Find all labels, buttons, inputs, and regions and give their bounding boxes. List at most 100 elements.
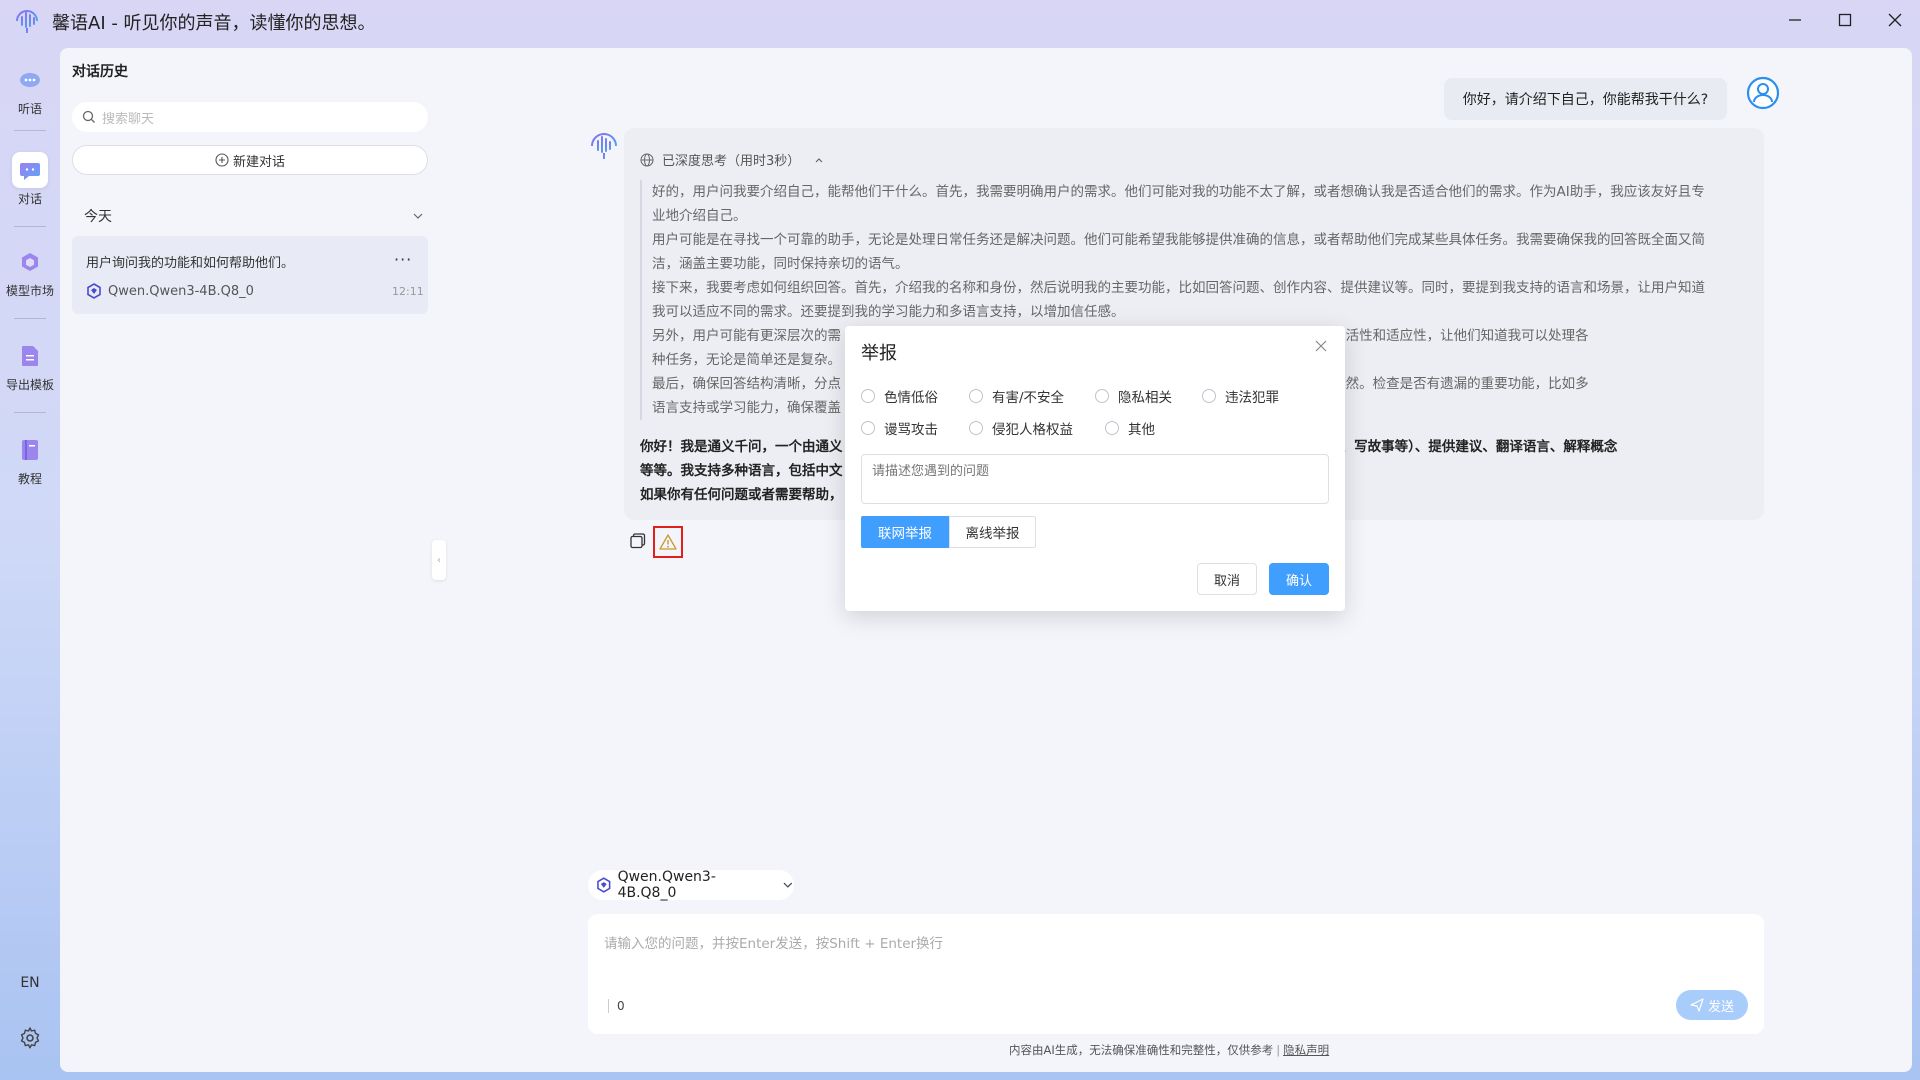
maximize-icon[interactable] — [1822, 5, 1868, 35]
chevron-down-icon — [783, 882, 793, 888]
report-option[interactable]: 侵犯人格权益 — [969, 418, 1073, 438]
radio-icon — [1105, 421, 1119, 435]
report-option[interactable]: 隐私相关 — [1095, 386, 1172, 406]
history-group-today[interactable]: 今天 — [84, 206, 424, 226]
new-chat-button[interactable]: 新建对话 — [72, 145, 428, 175]
conversation-time: 12:11 — [392, 285, 424, 298]
report-option[interactable]: 色情低俗 — [861, 386, 938, 406]
thinking-line: 好的，用户问我要介绍自己，能帮他们干什么。首先，我需要明确用户的需求。他们可能对… — [652, 184, 1705, 200]
send-icon — [1690, 998, 1704, 1012]
gear-icon[interactable] — [18, 1026, 42, 1050]
app-title: 馨语AI - 听见你的声音，读懂你的思想。 — [52, 13, 376, 34]
listen-icon — [12, 62, 48, 98]
conversation-item[interactable]: 用户询问我的功能和如何帮助他们。 ··· Qwen.Qwen3-4B.Q8_0 … — [72, 236, 428, 314]
rail-label: 听语 — [17, 102, 42, 116]
radio-icon — [861, 389, 875, 403]
search-placeholder: 搜索聊天 — [102, 111, 155, 127]
thinking-line: 洁，涵盖主要功能，同时保持亲切的语气。 — [652, 256, 909, 272]
conversation-model: Qwen.Qwen3-4B.Q8_0 — [86, 283, 254, 299]
char-count: 0 — [608, 999, 625, 1013]
history-panel: 对话历史 搜索聊天 新建对话 今天 用户询问我的功能和如何帮助他们。 ··· Q… — [60, 48, 440, 1072]
more-icon[interactable]: ··· — [394, 250, 412, 269]
option-label: 谩骂攻击 — [884, 422, 938, 438]
offline-report-tab[interactable]: 离线举报 — [949, 516, 1036, 548]
globe-icon — [640, 153, 654, 166]
rail-item-tutorial[interactable]: 教程 — [0, 432, 60, 487]
report-dialog: 举报 色情低俗 有害/不安全 隐私相关 违法犯罪 谩骂攻击 侵犯人格权益 其他 … — [845, 326, 1345, 611]
thinking-line: 我可以适应不同的需求。还要提到我的学习能力和多语言支持，以增加信任感。 — [652, 304, 1125, 320]
cancel-button[interactable]: 取消 — [1197, 563, 1257, 595]
rail-label: 导出模板 — [5, 378, 54, 392]
report-option[interactable]: 违法犯罪 — [1202, 386, 1279, 406]
language-toggle[interactable]: EN — [0, 975, 60, 991]
online-report-tab[interactable]: 联网举报 — [861, 516, 949, 548]
history-title: 对话历史 — [72, 64, 128, 80]
rail-item-listen[interactable]: 听语 — [0, 62, 60, 117]
confirm-button[interactable]: 确认 — [1269, 563, 1329, 595]
divider — [14, 318, 46, 319]
report-option[interactable]: 其他 — [1105, 418, 1155, 438]
qwen-logo-icon — [597, 877, 611, 893]
report-description-field[interactable] — [861, 454, 1329, 504]
rail-item-model-market[interactable]: 模型市场 — [0, 244, 60, 299]
footer-disclaimer: 内容由AI生成，无法确保准确性和完整性，仅供参考 | 隐私声明 — [1009, 1043, 1330, 1057]
radio-icon — [1095, 389, 1109, 403]
model-market-icon — [12, 244, 48, 280]
chevron-down-icon — [413, 213, 423, 219]
rail-label: 教程 — [17, 472, 42, 486]
report-option[interactable]: 有害/不安全 — [969, 386, 1064, 406]
rail-label: 对话 — [17, 192, 42, 206]
model-select-value: Qwen.Qwen3-4B.Q8_0 — [617, 869, 716, 901]
option-label: 有害/不安全 — [992, 390, 1065, 406]
thinking-toggle[interactable]: 已深度思考（用时3秒） — [640, 150, 832, 169]
privacy-link[interactable]: 隐私声明 — [1283, 1043, 1329, 1057]
rail-label: 模型市场 — [5, 284, 54, 298]
thinking-header: 已深度思考（用时3秒） — [662, 154, 801, 169]
close-icon[interactable] — [1872, 5, 1918, 35]
conversation-title: 用户询问我的功能和如何帮助他们。 — [86, 256, 295, 271]
group-label: 今天 — [84, 209, 112, 225]
plus-circle-icon — [215, 153, 229, 167]
radio-icon — [969, 421, 983, 435]
option-label: 色情低俗 — [884, 390, 938, 406]
search-input[interactable]: 搜索聊天 — [72, 102, 428, 132]
radio-icon — [969, 389, 983, 403]
divider — [14, 130, 46, 131]
copy-icon[interactable] — [629, 532, 647, 550]
chat-icon — [12, 152, 48, 188]
export-template-icon — [12, 338, 48, 374]
report-button[interactable] — [653, 526, 683, 558]
send-label: 发送 — [1707, 999, 1734, 1015]
collapse-panel-handle[interactable]: ‹ — [432, 540, 446, 580]
thinking-line: 接下来，我要考虑如何组织回答。首先，介绍我的名称和身份，然后说明我的主要功能，比… — [652, 280, 1705, 296]
model-select[interactable]: Qwen.Qwen3-4B.Q8_0 — [588, 869, 794, 901]
audio-wave-logo — [16, 10, 38, 33]
search-icon — [82, 110, 95, 123]
radio-icon — [861, 421, 875, 435]
user-message: 你好，请介绍下自己，你能帮我干什么? — [1444, 78, 1727, 120]
option-label: 侵犯人格权益 — [992, 422, 1073, 438]
report-option[interactable]: 谩骂攻击 — [861, 418, 938, 438]
message-input-placeholder: 请输入您的问题，并按Enter发送，按Shift + Enter换行 — [604, 936, 944, 952]
minimize-icon[interactable] — [1772, 5, 1818, 35]
close-icon[interactable] — [1314, 339, 1328, 353]
dialog-title: 举报 — [861, 343, 897, 364]
radio-icon — [1202, 389, 1216, 403]
conversation-model-name: Qwen.Qwen3-4B.Q8_0 — [108, 283, 254, 299]
thinking-line: 用户可能是在寻找一个可靠的助手，无论是处理日常任务还是解决问题。他们可能希望我能… — [652, 232, 1705, 248]
divider — [14, 412, 46, 413]
send-button[interactable]: 发送 — [1676, 990, 1748, 1020]
message-input[interactable]: 请输入您的问题，并按Enter发送，按Shift + Enter换行 0 发送 — [588, 914, 1764, 1034]
warning-icon — [659, 534, 677, 550]
rail-item-chat[interactable]: 对话 — [0, 152, 60, 207]
divider — [14, 226, 46, 227]
option-label: 其他 — [1128, 422, 1155, 438]
option-label: 隐私相关 — [1118, 390, 1172, 406]
chevron-up-icon — [815, 157, 823, 162]
footer-note: 内容由AI生成，无法确保准确性和完整性，仅供参考 — [1009, 1043, 1274, 1057]
option-label: 违法犯罪 — [1225, 390, 1279, 406]
new-chat-label: 新建对话 — [232, 154, 285, 170]
rail-item-export-template[interactable]: 导出模板 — [0, 338, 60, 393]
user-avatar-icon — [1746, 76, 1780, 110]
qwen-logo-icon — [87, 283, 101, 299]
